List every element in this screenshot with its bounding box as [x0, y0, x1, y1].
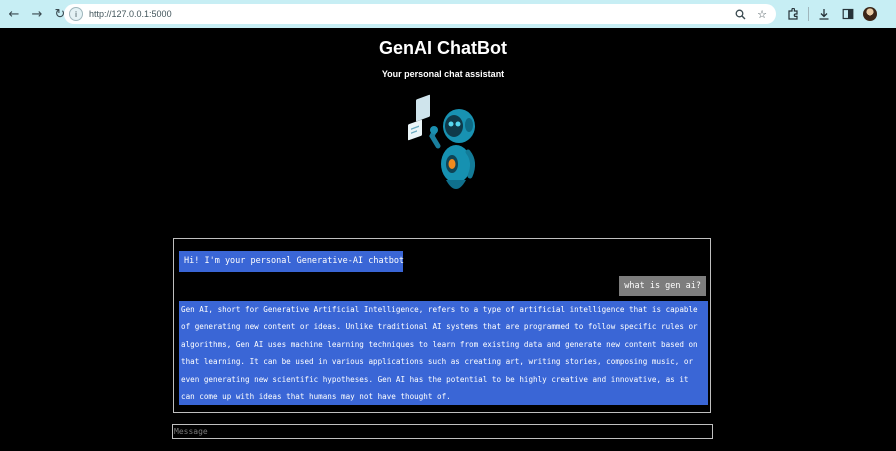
url-text[interactable]: http://127.0.0.1:5000 [89, 9, 172, 19]
profile-avatar[interactable] [863, 7, 877, 21]
site-info-icon[interactable]: i [69, 7, 83, 21]
robot-illustration [408, 94, 476, 189]
bot-message: Gen AI, short for Generative Artificial … [179, 301, 708, 406]
message-input[interactable] [172, 424, 713, 439]
browser-toolbar: ← → ↻ i http://127.0.0.1:5000 ☆ [0, 0, 896, 28]
extensions-icon[interactable] [784, 4, 802, 24]
forward-arrow-icon[interactable]: → [27, 4, 47, 24]
download-icon[interactable] [815, 4, 833, 24]
page-subtitle: Your personal chat assistant [381, 69, 505, 79]
address-bar[interactable]: i http://127.0.0.1:5000 ☆ [64, 4, 776, 24]
toolbar-separator [808, 7, 809, 21]
back-arrow-icon[interactable]: ← [4, 4, 24, 24]
chat-history: Hi! I'm your personal Generative-AI chat… [173, 238, 711, 413]
user-message: what is gen ai? [619, 276, 706, 296]
zoom-icon[interactable] [732, 6, 748, 22]
bookmark-star-icon[interactable]: ☆ [754, 6, 770, 22]
side-panel-icon[interactable] [839, 4, 857, 24]
page-title: GenAI ChatBot [379, 38, 507, 58]
bot-message: Hi! I'm your personal Generative-AI chat… [179, 251, 404, 272]
